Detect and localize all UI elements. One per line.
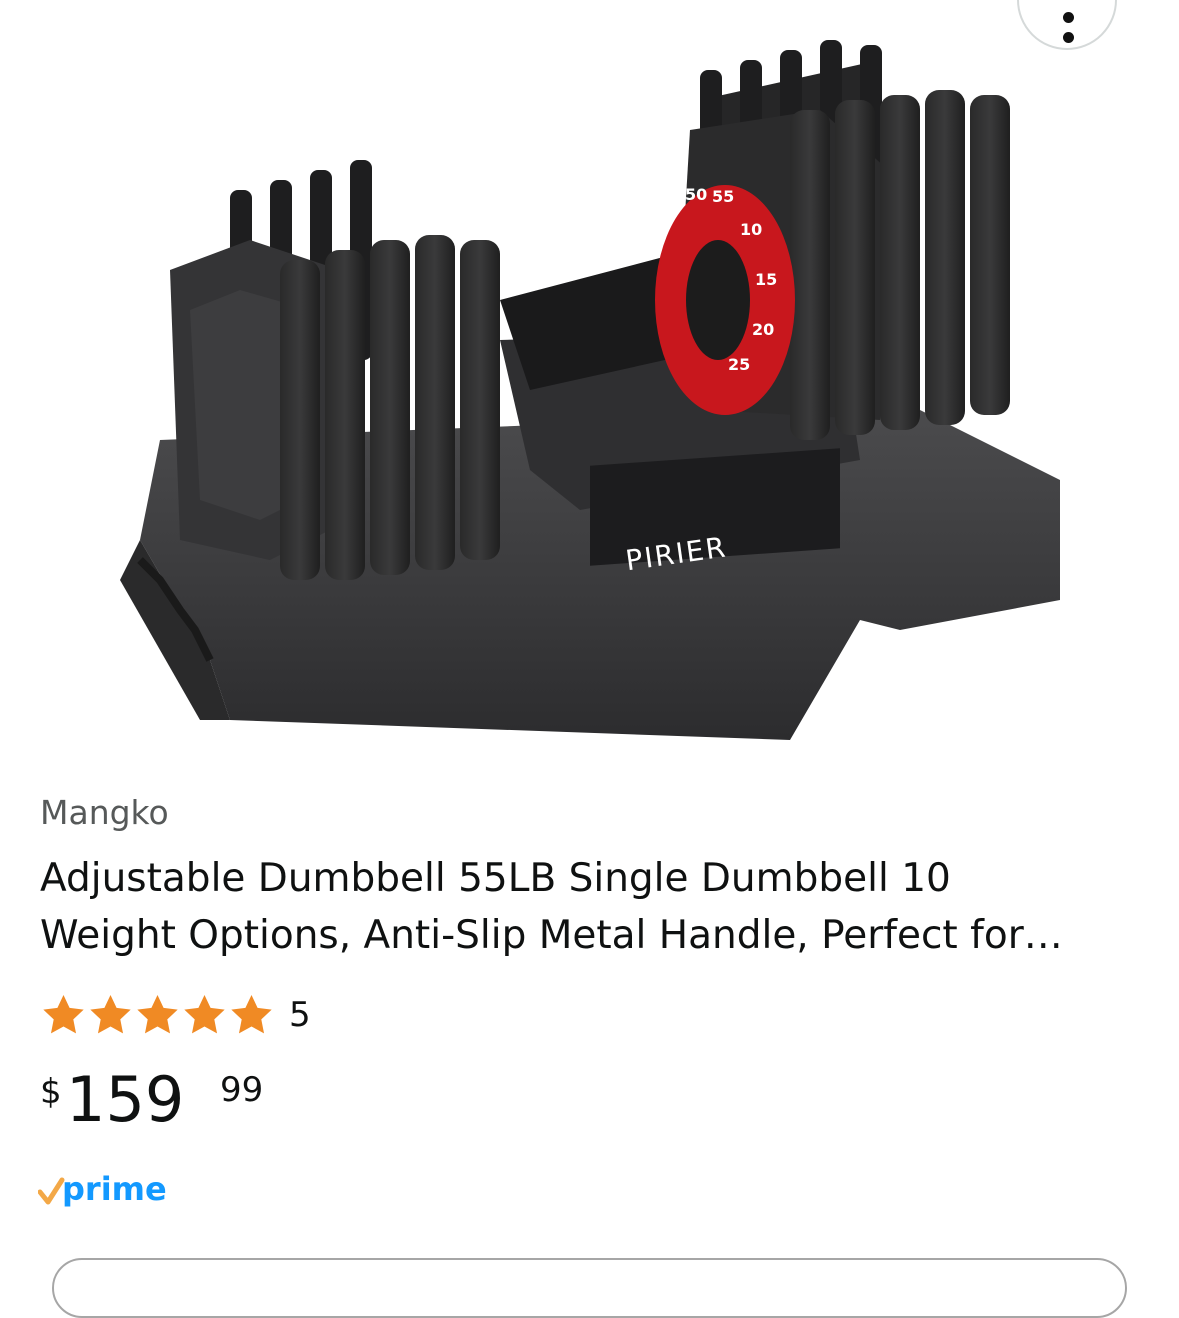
price-whole: 159	[66, 1063, 185, 1136]
star-icon	[90, 994, 131, 1033]
star-icon	[137, 994, 178, 1033]
dial-number: 25	[728, 355, 750, 374]
dial-number: 10	[740, 220, 762, 239]
dial-number: 50	[685, 185, 707, 204]
dial-number: 20	[752, 320, 774, 339]
star-icon	[184, 994, 225, 1033]
product-image[interactable]: PIRIER 50 55 10 15 20 25	[100, 20, 1090, 760]
star-icon	[231, 994, 272, 1033]
prime-badge: prime	[38, 1170, 167, 1208]
price-currency-symbol: $	[40, 1072, 62, 1112]
product-rating[interactable]: 5	[40, 990, 311, 1040]
prime-check-icon	[38, 1177, 65, 1205]
dial-number: 15	[755, 270, 777, 289]
prime-label: prime	[62, 1170, 167, 1208]
product-brand[interactable]: Mangko	[40, 793, 169, 832]
star-icon	[43, 994, 84, 1033]
rating-stars	[40, 992, 275, 1039]
product-title[interactable]: Adjustable Dumbbell 55LB Single Dumbbell…	[40, 850, 1150, 964]
rating-count[interactable]: 5	[289, 995, 311, 1035]
dial-number: 55	[712, 187, 734, 206]
bottom-action-button[interactable]	[52, 1258, 1127, 1318]
price-fraction: 99	[220, 1070, 264, 1110]
